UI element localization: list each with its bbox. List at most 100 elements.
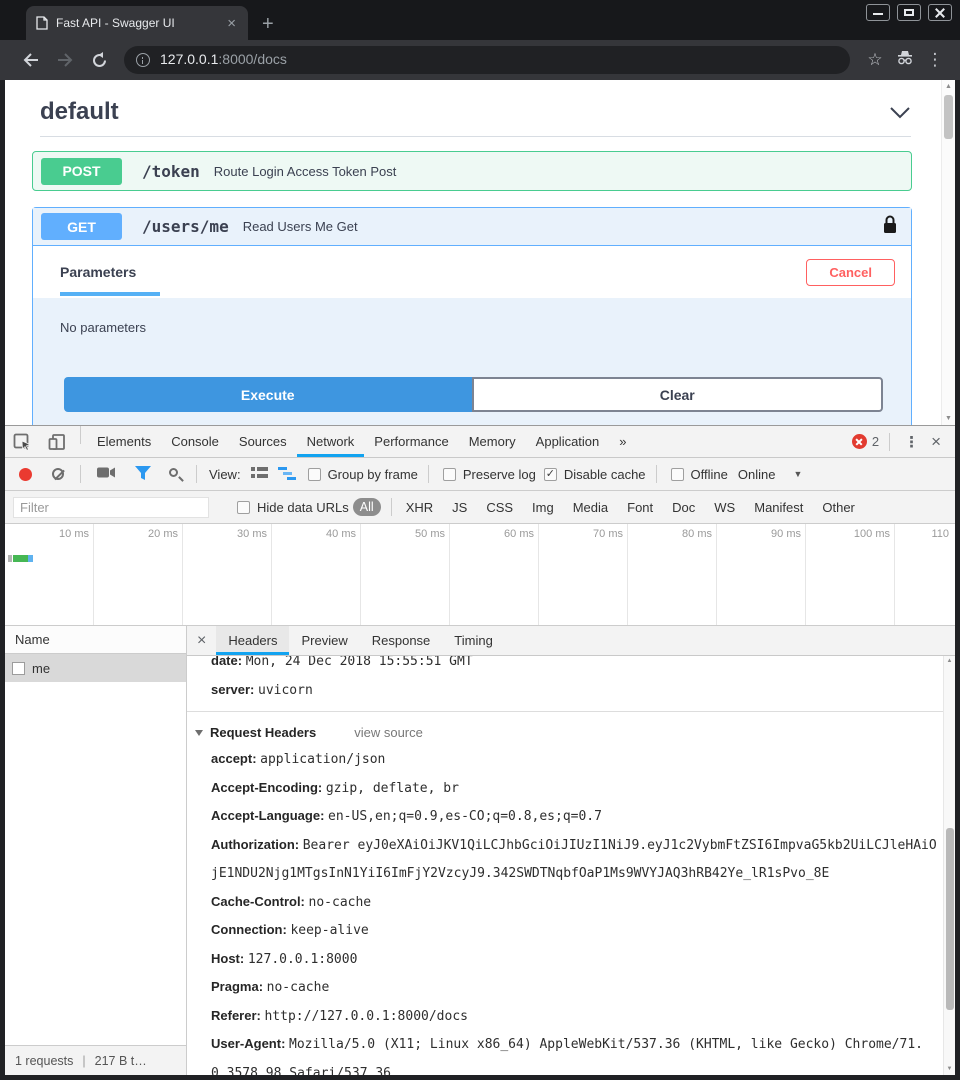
tab-response[interactable]: Response <box>360 626 443 655</box>
timeline-tick: 70 ms <box>539 524 628 625</box>
filter-type-font[interactable]: Font <box>627 500 653 515</box>
tab-title: Fast API - Swagger UI <box>56 16 223 30</box>
more-tabs-icon[interactable]: » <box>609 426 636 457</box>
filter-type-doc[interactable]: Doc <box>672 500 695 515</box>
cancel-button[interactable]: Cancel <box>806 259 895 286</box>
tab-sources[interactable]: Sources <box>229 426 297 457</box>
tab-close-icon[interactable]: × <box>223 15 240 32</box>
preserve-log-label[interactable]: Preserve log <box>463 467 536 482</box>
summary-separator: | <box>82 1054 85 1068</box>
clear-button[interactable]: Clear <box>472 377 884 412</box>
filter-toggle-icon[interactable] <box>135 466 151 483</box>
filter-type-media[interactable]: Media <box>573 500 608 515</box>
url-field[interactable]: 127.0.0.1:8000/docs <box>124 46 850 74</box>
devtools-menu-icon[interactable]: ⋮ <box>896 433 927 451</box>
network-toolbar: View: Group by frame Preserve log ✓ Disa… <box>5 458 955 491</box>
capture-screenshots-icon[interactable] <box>97 466 115 482</box>
view-source-link[interactable]: view source <box>354 725 423 740</box>
request-row-me[interactable]: me <box>5 654 186 682</box>
auth-lock-icon[interactable] <box>883 215 897 239</box>
site-info-icon[interactable] <box>136 53 150 67</box>
filter-type-manifest[interactable]: Manifest <box>754 500 803 515</box>
filter-type-img[interactable]: Img <box>532 500 554 515</box>
filter-type-other[interactable]: Other <box>822 500 855 515</box>
throttling-dropdown[interactable]: Online ▼ <box>738 467 803 482</box>
record-button[interactable] <box>19 468 32 481</box>
scroll-up-icon[interactable]: ▲ <box>942 80 955 93</box>
filter-input[interactable] <box>13 497 209 518</box>
no-parameters-text: No parameters <box>60 320 886 335</box>
request-headers-section-header[interactable]: Request Headers view source <box>187 719 943 745</box>
hide-data-urls-label[interactable]: Hide data URLs <box>257 500 349 515</box>
request-header-row: Cache-Control: no-cache <box>187 888 943 917</box>
scroll-down-icon[interactable]: ▼ <box>942 412 955 425</box>
execute-button[interactable]: Execute <box>64 377 472 412</box>
preserve-log-checkbox[interactable] <box>443 468 456 481</box>
minimize-button[interactable] <box>866 4 890 21</box>
endpoint-path: /token <box>142 162 200 181</box>
disable-cache-label[interactable]: Disable cache <box>564 467 646 482</box>
offline-checkbox[interactable] <box>671 468 684 481</box>
tab-timing[interactable]: Timing <box>442 626 505 655</box>
error-count[interactable]: 2 <box>872 434 879 449</box>
filter-type-css[interactable]: CSS <box>486 500 513 515</box>
inspect-element-icon[interactable] <box>5 426 40 457</box>
endpoint-post-token[interactable]: POST /token Route Login Access Token Pos… <box>32 151 912 191</box>
request-header-row: Pragma: no-cache <box>187 973 943 1002</box>
scroll-down-icon[interactable]: ▼ <box>944 1064 955 1075</box>
request-waterfall-bar <box>8 555 33 562</box>
disable-cache-checkbox[interactable]: ✓ <box>544 468 557 481</box>
headers-content: date: Mon, 24 Dec 2018 15:55:51 GMT serv… <box>187 656 943 1075</box>
page-scrollbar-thumb[interactable] <box>944 95 953 139</box>
group-by-frame-checkbox[interactable] <box>308 468 321 481</box>
page-scrollbar[interactable]: ▲ ▼ <box>941 80 955 425</box>
filter-type-js[interactable]: JS <box>452 500 467 515</box>
endpoint-header[interactable]: GET /users/me Read Users Me Get <box>33 208 911 246</box>
error-badge-icon[interactable] <box>852 434 867 449</box>
name-column-header[interactable]: Name <box>5 626 186 654</box>
maximize-button[interactable] <box>897 4 921 21</box>
tab-performance[interactable]: Performance <box>364 426 458 457</box>
detail-scrollbar-thumb[interactable] <box>946 828 954 1010</box>
tab-network[interactable]: Network <box>297 426 365 457</box>
offline-label[interactable]: Offline <box>691 467 728 482</box>
forward-button[interactable] <box>48 52 82 68</box>
tab-console[interactable]: Console <box>161 426 229 457</box>
filter-type-xhr[interactable]: XHR <box>406 500 433 515</box>
tab-elements[interactable]: Elements <box>87 426 161 457</box>
method-badge-get: GET <box>41 213 122 240</box>
view-list-icon[interactable] <box>251 466 268 483</box>
back-button[interactable] <box>14 52 48 68</box>
section-collapse-chevron-icon[interactable] <box>889 106 911 119</box>
devtools-tab-bar: Elements Console Sources Network Perform… <box>5 426 955 458</box>
tab-preview[interactable]: Preview <box>289 626 359 655</box>
tab-memory[interactable]: Memory <box>459 426 526 457</box>
devtools-close-icon[interactable]: × <box>927 432 949 452</box>
network-overview-timeline[interactable]: 10 ms 20 ms 30 ms 40 ms 50 ms 60 ms 70 m… <box>5 524 955 626</box>
group-by-frame-label[interactable]: Group by frame <box>328 467 418 482</box>
tab-application[interactable]: Application <box>526 426 610 457</box>
device-toolbar-icon[interactable] <box>40 426 74 457</box>
filter-type-ws[interactable]: WS <box>714 500 735 515</box>
browser-tab[interactable]: Fast API - Swagger UI × <box>26 6 248 40</box>
section-divider <box>40 136 911 137</box>
address-bar: 127.0.0.1:8000/docs ☆ ⋮ <box>0 40 960 80</box>
search-icon[interactable] <box>169 468 178 477</box>
reload-button[interactable] <box>82 52 116 69</box>
scroll-up-icon[interactable]: ▲ <box>944 656 955 667</box>
new-tab-button[interactable]: + <box>262 14 274 34</box>
detail-close-icon[interactable]: × <box>187 626 216 655</box>
filter-type-all[interactable]: All <box>353 498 381 516</box>
hide-data-urls-checkbox[interactable] <box>237 501 250 514</box>
network-filter-bar: Hide data URLs All XHR JS CSS Img Media … <box>5 491 955 524</box>
timeline-tick: 60 ms <box>450 524 539 625</box>
browser-menu-icon[interactable]: ⋮ <box>920 50 950 70</box>
request-count: 1 requests <box>15 1054 73 1068</box>
tab-parameters[interactable]: Parameters <box>60 249 160 296</box>
bookmark-star-icon[interactable]: ☆ <box>860 50 890 70</box>
detail-scrollbar[interactable]: ▲ ▼ <box>943 656 955 1075</box>
clear-requests-icon[interactable] <box>52 468 64 480</box>
view-waterfall-icon[interactable] <box>278 466 296 483</box>
window-close-button[interactable] <box>928 4 952 21</box>
tab-headers[interactable]: Headers <box>216 626 289 655</box>
